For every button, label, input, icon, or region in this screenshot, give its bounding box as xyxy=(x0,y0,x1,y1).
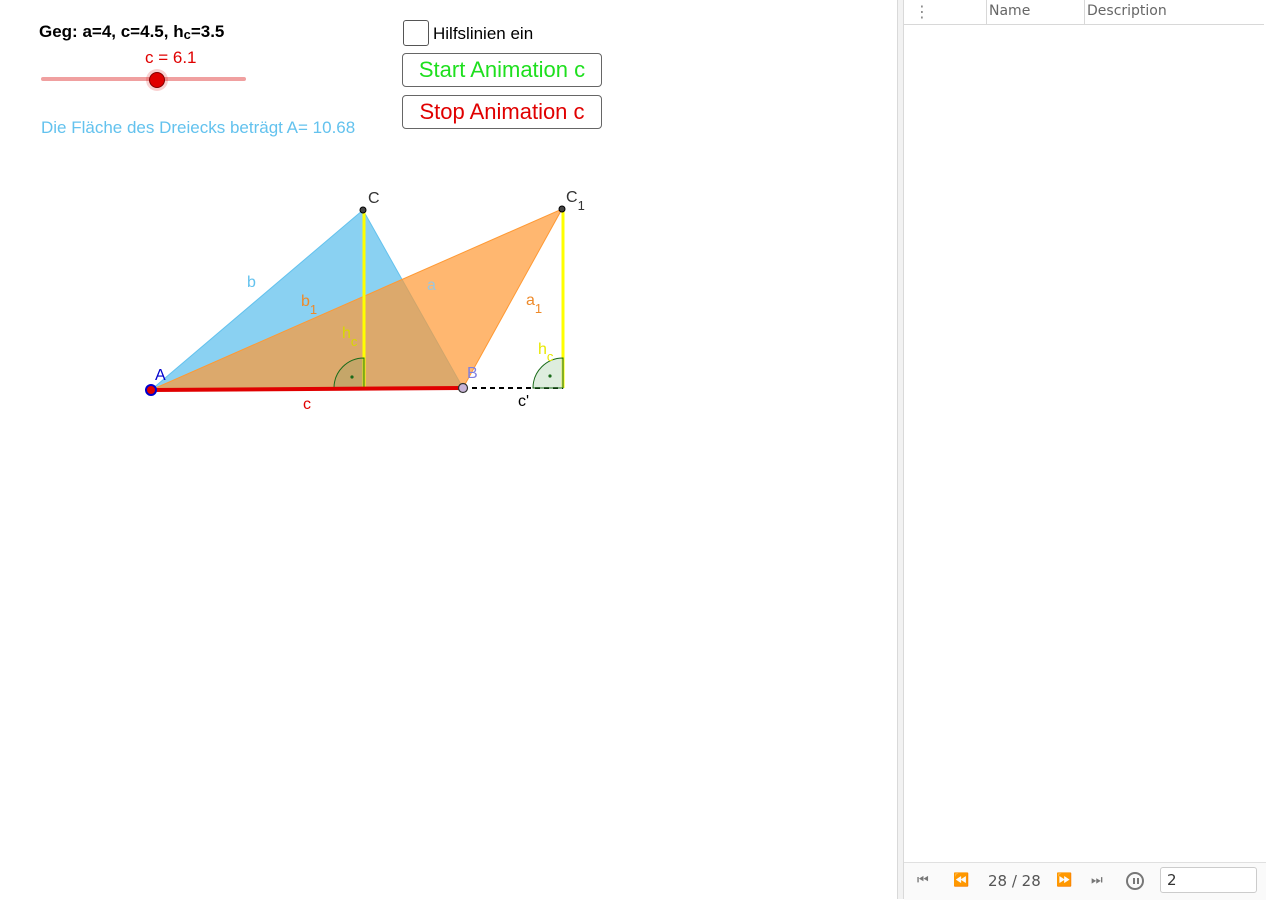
given-values-text: Geg: a=4, c=4.5, hc=3.5 xyxy=(39,22,224,42)
segment-c[interactable] xyxy=(150,386,464,392)
step-counter: 28 / 28 xyxy=(988,872,1041,890)
graphics-view[interactable]: A B C C1 b b1 a a1 hc hc c c' Geg: a=4, … xyxy=(0,0,897,899)
column-divider xyxy=(986,0,987,24)
label-c-side: c xyxy=(303,396,311,413)
label-a-side: a xyxy=(427,277,436,294)
label-b-side: b xyxy=(247,274,256,291)
column-name[interactable]: Name xyxy=(989,3,1030,19)
given-suffix: =3.5 xyxy=(190,22,225,41)
column-menu-icon[interactable]: ⋮ xyxy=(914,2,930,21)
column-divider xyxy=(1084,0,1085,24)
label-c1-point: C1 xyxy=(566,189,585,213)
given-prefix: Geg: a=4, c=4.5, h xyxy=(39,22,184,41)
slider-thumb[interactable] xyxy=(149,72,165,88)
label-hc-c1: hc xyxy=(538,341,554,364)
label-a: A xyxy=(155,367,166,384)
helper-lines-label[interactable]: Hilfslinien ein xyxy=(433,24,533,44)
protocol-navigation-bar: ⏮ ⏪ 28 / 28 ⏩ ⏭ xyxy=(904,862,1266,900)
protocol-header: ⋮ Name Description xyxy=(904,0,1264,25)
last-step-icon[interactable]: ⏭ xyxy=(1091,873,1103,888)
previous-step-icon[interactable]: ⏪ xyxy=(953,873,969,888)
point-c[interactable] xyxy=(359,206,367,214)
slider-value-label: c = 6.1 xyxy=(145,48,197,67)
label-a1-side: a1 xyxy=(526,292,542,316)
given-sub: c xyxy=(183,27,191,42)
construction-protocol: ⋮ Name Description ⏮ ⏪ 28 / 28 ⏩ ⏭ xyxy=(904,0,1266,900)
area-result-text: Die Fläche des Dreiecks beträgt A= 10.68 xyxy=(41,118,356,137)
point-c1[interactable] xyxy=(558,205,566,213)
helper-lines-checkbox[interactable] xyxy=(403,20,429,46)
right-angle-dot-c1 xyxy=(548,374,552,378)
start-animation-button[interactable]: Start Animation c xyxy=(402,53,602,87)
label-c-prime: c' xyxy=(518,393,529,410)
label-c-point: C xyxy=(368,190,380,207)
next-step-icon[interactable]: ⏩ xyxy=(1056,873,1072,888)
slider-track[interactable] xyxy=(41,77,246,81)
label-b: B xyxy=(467,365,478,382)
pane-splitter[interactable] xyxy=(897,0,904,899)
point-b[interactable] xyxy=(457,382,469,394)
stop-animation-button[interactable]: Stop Animation c xyxy=(402,95,602,129)
right-angle-dot xyxy=(350,375,354,379)
pause-icon[interactable] xyxy=(1126,872,1144,890)
play-speed-input[interactable] xyxy=(1160,867,1257,893)
first-step-icon[interactable]: ⏮ xyxy=(917,873,929,888)
point-a[interactable] xyxy=(145,384,157,396)
column-description[interactable]: Description xyxy=(1087,3,1167,19)
